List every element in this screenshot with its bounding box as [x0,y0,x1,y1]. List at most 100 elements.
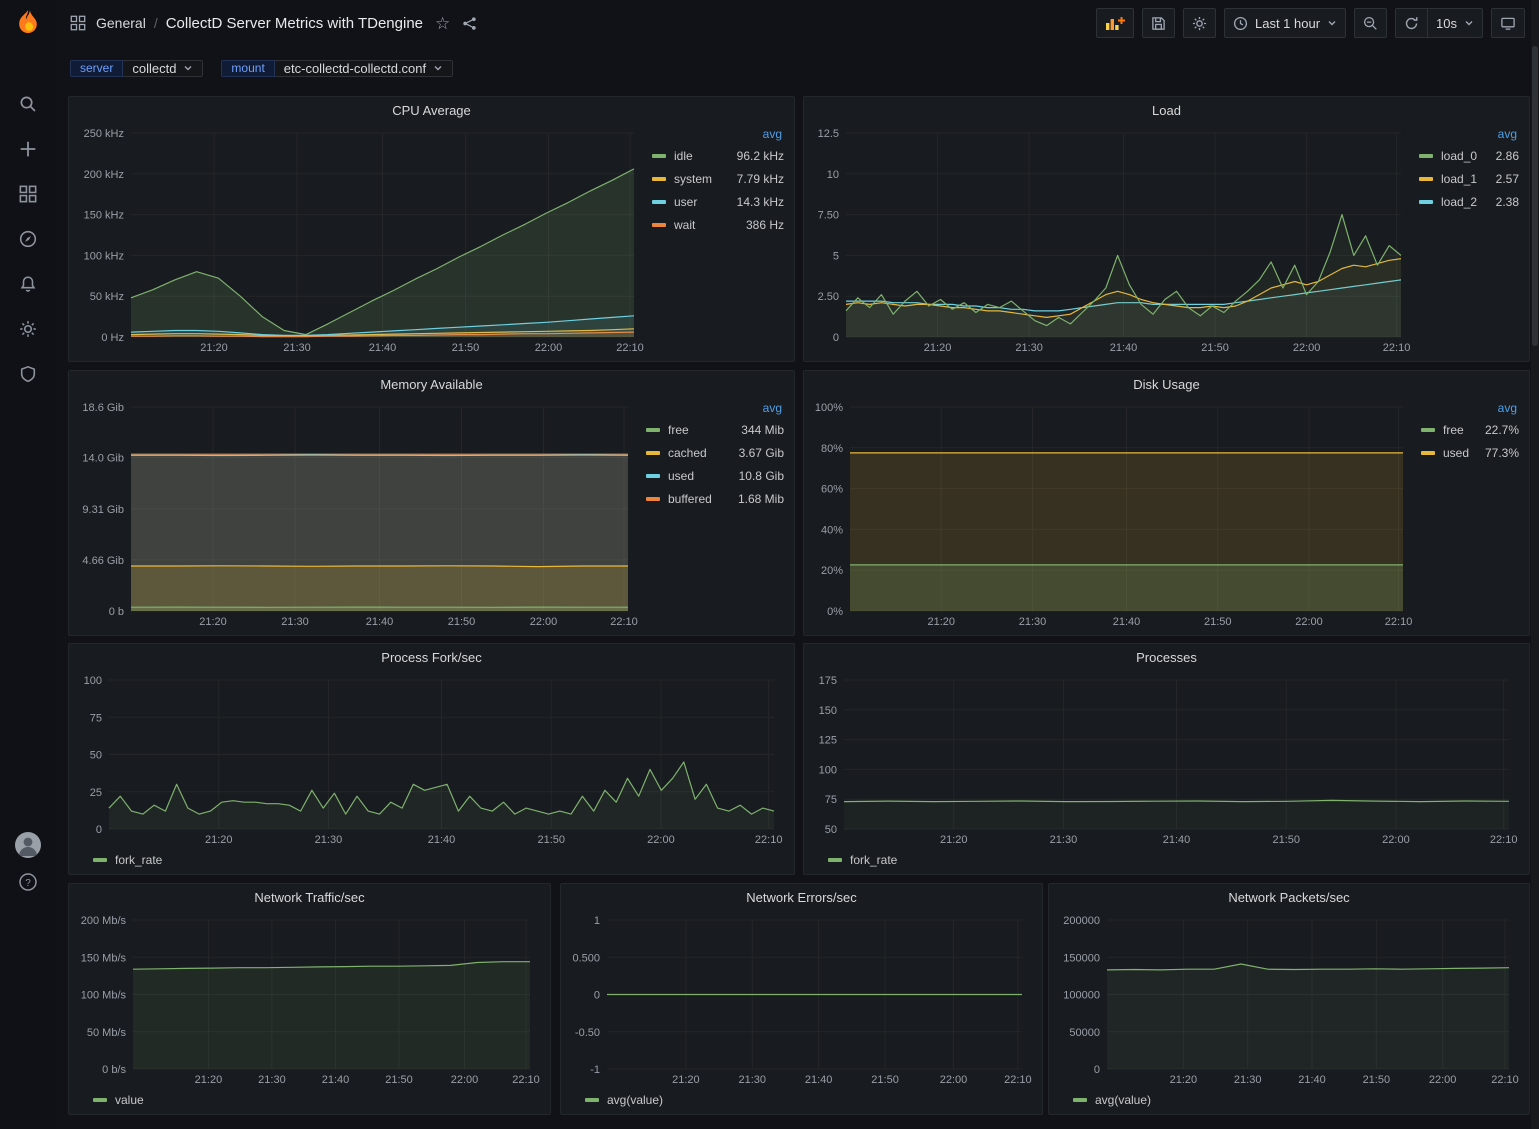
panel-title[interactable]: Process Fork/sec [75,644,788,671]
panel-title[interactable]: Network Packets/sec [1055,884,1523,911]
dashboard-grid: CPU Average 0 Hz50 kHz100 kHz150 kHz200 … [0,0,1539,1129]
svg-text:175: 175 [819,675,837,687]
panel-title[interactable]: Processes [810,644,1523,671]
panel-title[interactable]: CPU Average [75,97,788,124]
legend-series-value: 7.79 kHz [737,172,784,186]
svg-text:22:00: 22:00 [1293,342,1321,354]
svg-text:22:10: 22:10 [1491,1074,1519,1086]
panel-title[interactable]: Load [810,97,1523,124]
sidebar-item-explore[interactable] [16,227,40,251]
network-packets-chart[interactable]: 05000010000015000020000021:2021:3021:402… [1055,911,1523,1089]
legend-item-buffered[interactable]: buffered 1.68 Mib [646,487,784,510]
legend-swatch [646,451,660,455]
svg-text:150 kHz: 150 kHz [84,210,124,222]
network-errors-chart[interactable]: -1-0.5000.500121:2021:3021:4021:5022:002… [567,911,1036,1089]
legend-item-user[interactable]: user14.3 kHz [652,190,784,213]
legend-item-avg(value)[interactable]: avg(value) [1073,1093,1151,1107]
legend-series-name: used [1443,446,1469,460]
svg-text:150 Mb/s: 150 Mb/s [81,952,127,964]
legend-swatch [1073,1098,1087,1102]
legend-item-value[interactable]: value [93,1093,144,1107]
sidebar-item-alerting[interactable] [16,272,40,296]
legend-item-load_2[interactable]: load_22.38 [1419,190,1519,213]
svg-text:25: 25 [90,787,102,799]
legend-swatch [93,1098,107,1102]
legend-item-wait[interactable]: wait386 Hz [652,213,784,236]
legend-series-value: 3.67 Gib [739,446,784,460]
cpu-average-chart[interactable]: 0 Hz50 kHz100 kHz150 kHz200 kHz250 kHz21… [75,124,648,357]
svg-text:21:50: 21:50 [1272,834,1300,846]
panel-title[interactable]: Memory Available [75,371,788,398]
sidebar-item-create[interactable] [16,137,40,161]
panel-title[interactable]: Network Traffic/sec [75,884,544,911]
legend-item-fork_rate[interactable]: fork_rate [828,853,897,867]
legend-swatch [652,200,666,204]
legend-item-idle[interactable]: idle96.2 kHz [652,144,784,167]
svg-text:50: 50 [90,750,102,762]
svg-text:21:30: 21:30 [1019,616,1047,628]
grafana-logo[interactable] [12,8,44,40]
sidebar-item-search[interactable] [16,92,40,116]
panel-title[interactable]: Disk Usage [810,371,1523,398]
disk-usage-chart[interactable]: 0%20%40%60%80%100%21:2021:3021:4021:5022… [810,398,1417,631]
svg-text:22:00: 22:00 [535,342,563,354]
svg-text:14.0 Gib: 14.0 Gib [82,452,124,464]
scrollbar-thumb[interactable] [1532,46,1538,346]
legend-series-name: load_1 [1441,172,1477,186]
legend-avg-header: avg [1419,126,1519,144]
legend-item-load_0[interactable]: load_02.86 [1419,144,1519,167]
user-avatar[interactable] [0,832,56,858]
svg-text:0 Hz: 0 Hz [101,332,124,344]
legend-item-used[interactable]: used77.3% [1421,441,1519,464]
svg-text:21:40: 21:40 [1110,342,1138,354]
legend-item-fork_rate[interactable]: fork_rate [93,853,162,867]
legend-avg-header: avg [1421,400,1519,418]
svg-text:40%: 40% [821,524,843,536]
processes-chart[interactable]: 507510012515017521:2021:3021:4021:5022:0… [810,671,1523,849]
legend-item-system[interactable]: system7.79 kHz [652,167,784,190]
legend-item-load_1[interactable]: load_12.57 [1419,167,1519,190]
process-fork-chart[interactable]: 025507510021:2021:3021:4021:5022:0022:10 [75,671,788,849]
legend-item-free[interactable]: free22.7% [1421,418,1519,441]
svg-text:21:50: 21:50 [871,1074,899,1086]
svg-text:200 kHz: 200 kHz [84,169,124,181]
svg-text:20%: 20% [821,565,843,577]
svg-text:21:40: 21:40 [322,1074,350,1086]
sidebar: ? [0,0,56,1129]
svg-text:21:50: 21:50 [448,616,476,628]
legend-item-cached[interactable]: cached3.67 Gib [646,441,784,464]
svg-text:21:50: 21:50 [537,834,565,846]
svg-text:9.31 Gib: 9.31 Gib [82,504,124,516]
vertical-scrollbar[interactable] [1531,0,1539,1129]
sidebar-item-configuration[interactable] [16,317,40,341]
legend-item-used[interactable]: used10.8 Gib [646,464,784,487]
svg-text:21:20: 21:20 [927,616,955,628]
svg-text:7.50: 7.50 [818,210,839,222]
panel-title[interactable]: Network Errors/sec [567,884,1036,911]
load-chart[interactable]: 02.5057.501012.521:2021:3021:4021:5022:0… [810,124,1415,357]
load-legend: avgload_02.86load_12.57load_22.38 [1415,124,1523,357]
svg-text:22:00: 22:00 [1382,834,1410,846]
svg-text:21:20: 21:20 [195,1074,223,1086]
legend-series-name: buffered [668,492,712,506]
network-traffic-chart[interactable]: 0 b/s50 Mb/s100 Mb/s150 Mb/s200 Mb/s21:2… [75,911,544,1089]
legend-item-avg(value)[interactable]: avg(value) [585,1093,663,1107]
svg-text:12.5: 12.5 [818,128,839,140]
legend-series-name: load_0 [1441,149,1477,163]
legend-item-free[interactable]: free344 Mib [646,418,784,441]
legend-series-name: fork_rate [850,853,897,867]
legend-series-value: 2.38 [1496,195,1519,209]
memory-available-chart[interactable]: 0 b4.66 Gib9.31 Gib14.0 Gib18.6 Gib21:20… [75,398,642,631]
disk-usage-legend: avgfree22.7%used77.3% [1417,398,1523,631]
legend-series-value: 1.68 Mib [738,492,784,506]
legend-swatch [646,474,660,478]
svg-text:22:10: 22:10 [616,342,644,354]
svg-text:22:00: 22:00 [647,834,675,846]
sidebar-item-dashboards[interactable] [16,182,40,206]
legend-swatch [1419,200,1433,204]
svg-text:21:40: 21:40 [805,1074,833,1086]
svg-text:0: 0 [96,824,102,836]
svg-text:21:40: 21:40 [1298,1074,1326,1086]
help-icon[interactable]: ? [0,872,56,892]
sidebar-item-server-admin[interactable] [16,362,40,386]
